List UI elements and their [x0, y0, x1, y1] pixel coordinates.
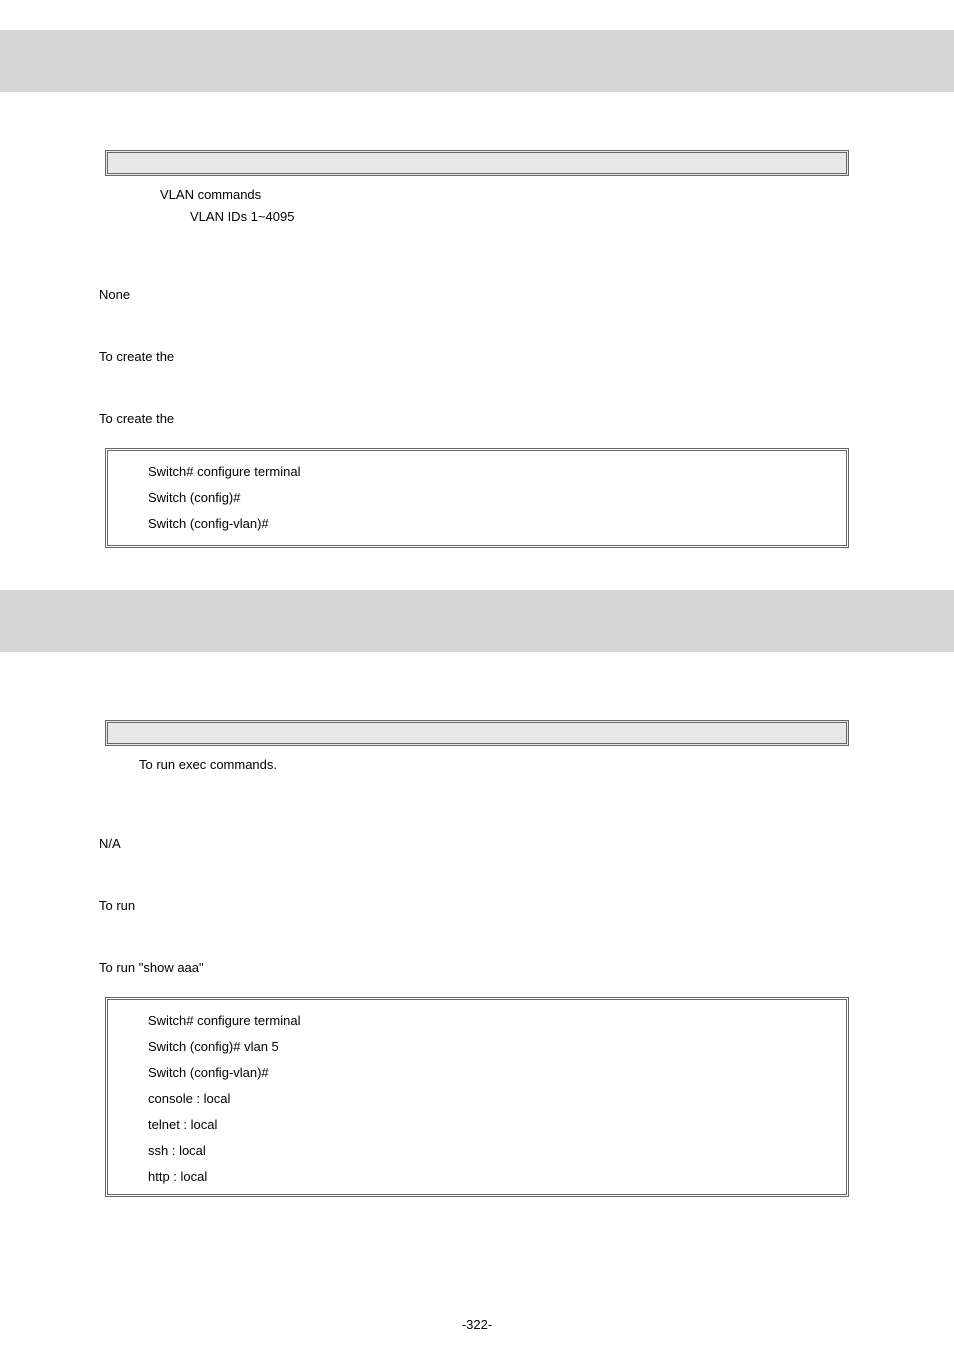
code-line: Switch (config)# vlan 5	[148, 1034, 806, 1060]
default-1: None	[99, 284, 855, 306]
section-header-2	[0, 590, 954, 652]
example-intro-2: To run "show aaa"	[99, 957, 855, 979]
code-line: Switch (config-vlan)#	[148, 1060, 806, 1086]
usage-1: To create the	[99, 346, 855, 368]
section-header-1	[0, 30, 954, 92]
code-line: telnet : local	[148, 1112, 806, 1138]
code-line: http : local	[148, 1164, 806, 1190]
code-line: Switch# configure terminal	[148, 459, 806, 485]
example-intro-1: To create the	[99, 408, 855, 430]
code-line: console : local	[148, 1086, 806, 1112]
param-do: To run exec commands.	[105, 754, 849, 776]
code-line: ssh : local	[148, 1138, 806, 1164]
code-line: Switch (config-vlan)#	[148, 511, 806, 537]
param-list: VLAN IDs 1~4095	[105, 206, 849, 228]
param-block-2: To run exec commands.	[105, 754, 849, 776]
code-line: Switch# configure terminal	[148, 1008, 806, 1034]
code-box-2: Switch# configure terminal Switch (confi…	[105, 997, 849, 1197]
code-box-1: Switch# configure terminal Switch (confi…	[105, 448, 849, 548]
code-line: Switch (config)#	[148, 485, 806, 511]
usage-2: To run	[99, 895, 855, 917]
param-block-1: VLAN commands VLAN IDs 1~4095	[105, 184, 849, 228]
syntax-box-2	[105, 720, 849, 746]
syntax-box-1	[105, 150, 849, 176]
default-2: N/A	[99, 833, 855, 855]
param-vlan: VLAN commands	[105, 184, 849, 206]
page-number: -322-	[0, 1317, 954, 1332]
